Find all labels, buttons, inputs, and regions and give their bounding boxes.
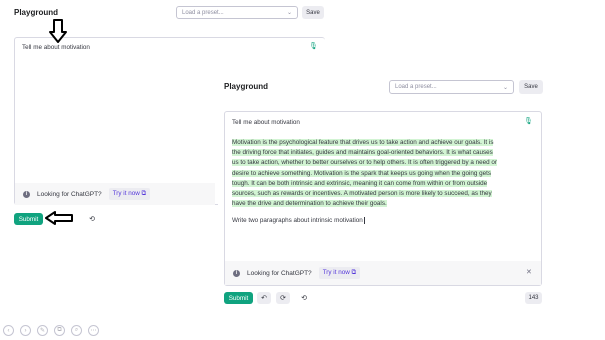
completion-line: have the drive and determination to achi…	[232, 200, 387, 208]
completion-line: sources, such as rewards or incentives. …	[232, 190, 492, 198]
bg-page-title: Playground	[14, 8, 59, 17]
editor-panel[interactable]: Tell me about motivation 🎙 Motivation is…	[224, 111, 542, 286]
info-icon: i	[23, 190, 30, 198]
page-title: Playground	[224, 82, 269, 91]
bg-save-button[interactable]: Save	[302, 6, 324, 19]
bg-chatgpt-banner: i Looking for ChatGPT? Try it now ⧉	[15, 183, 215, 205]
bg-submit-button[interactable]: Submit	[14, 213, 43, 225]
bottom-toolbar: ‹ › ✎ ⧉ ⌕ ⋯	[3, 325, 99, 336]
arrow-down-annotation	[49, 19, 67, 43]
history-icon[interactable]: ⟲	[86, 213, 98, 225]
search-icon[interactable]: ⌕	[71, 325, 82, 336]
text-cursor	[363, 216, 365, 224]
followup-prompt[interactable]: Write two paragraphs about intrinsic mot…	[232, 216, 365, 226]
token-count: 143	[525, 292, 542, 304]
mic-icon[interactable]: 🎙	[309, 42, 318, 50]
close-icon[interactable]: ✕	[526, 268, 532, 276]
completion-line: tough. It can be both intrinsic and extr…	[232, 179, 488, 187]
regenerate-icon[interactable]: ⟳	[276, 292, 290, 304]
save-button[interactable]: Save	[519, 80, 543, 94]
back-icon[interactable]: ‹	[3, 325, 14, 336]
mic-icon[interactable]: 🎙	[524, 117, 533, 125]
chatgpt-banner: i Looking for ChatGPT? Try it now ⧉ ✕	[225, 261, 541, 285]
submit-button[interactable]: Submit	[224, 292, 253, 304]
bg-preset-placeholder: Load a preset...	[182, 9, 224, 16]
arrow-left-annotation	[45, 211, 73, 225]
external-link-icon: ⧉	[141, 190, 147, 197]
chevron-down-icon: ⌄	[286, 10, 292, 16]
bg-banner-text: Looking for ChatGPT?	[37, 190, 102, 198]
pen-icon[interactable]: ✎	[37, 325, 48, 336]
preset-select[interactable]: Load a preset... ⌄	[389, 80, 514, 94]
history-icon[interactable]: ⟲	[297, 292, 311, 304]
info-icon: i	[233, 269, 240, 277]
prompt-text: Tell me about motivation	[232, 119, 300, 126]
try-it-now-link[interactable]: Try it now ⧉	[318, 267, 360, 279]
completion-text: Motivation is the psychological feature …	[232, 138, 532, 209]
banner-text: Looking for ChatGPT?	[247, 269, 312, 277]
completion-line: us to take action, whether to better our…	[232, 159, 497, 167]
bg-try-it-now-link[interactable]: Try it now ⧉	[108, 188, 150, 200]
more-icon[interactable]: ⋯	[88, 325, 99, 336]
completion-line: Motivation is the psychological feature …	[232, 139, 494, 146]
chevron-down-icon: ⌄	[502, 84, 508, 91]
completion-line: desire to achieve something. Motivation …	[232, 169, 492, 177]
preset-placeholder: Load a preset...	[395, 84, 437, 90]
external-link-icon: ⧉	[351, 269, 357, 276]
undo-icon[interactable]: ↶	[257, 292, 271, 304]
bg-prompt-text: Tell me about motivation	[22, 44, 90, 51]
followup-text: Write two paragraphs about intrinsic mot…	[232, 217, 363, 224]
completion-line: the driving force that initiates, guides…	[232, 149, 493, 157]
bg-preset-select[interactable]: Load a preset... ⌄	[176, 6, 298, 19]
copy-icon[interactable]: ⧉	[54, 325, 65, 336]
forward-icon[interactable]: ›	[20, 325, 31, 336]
